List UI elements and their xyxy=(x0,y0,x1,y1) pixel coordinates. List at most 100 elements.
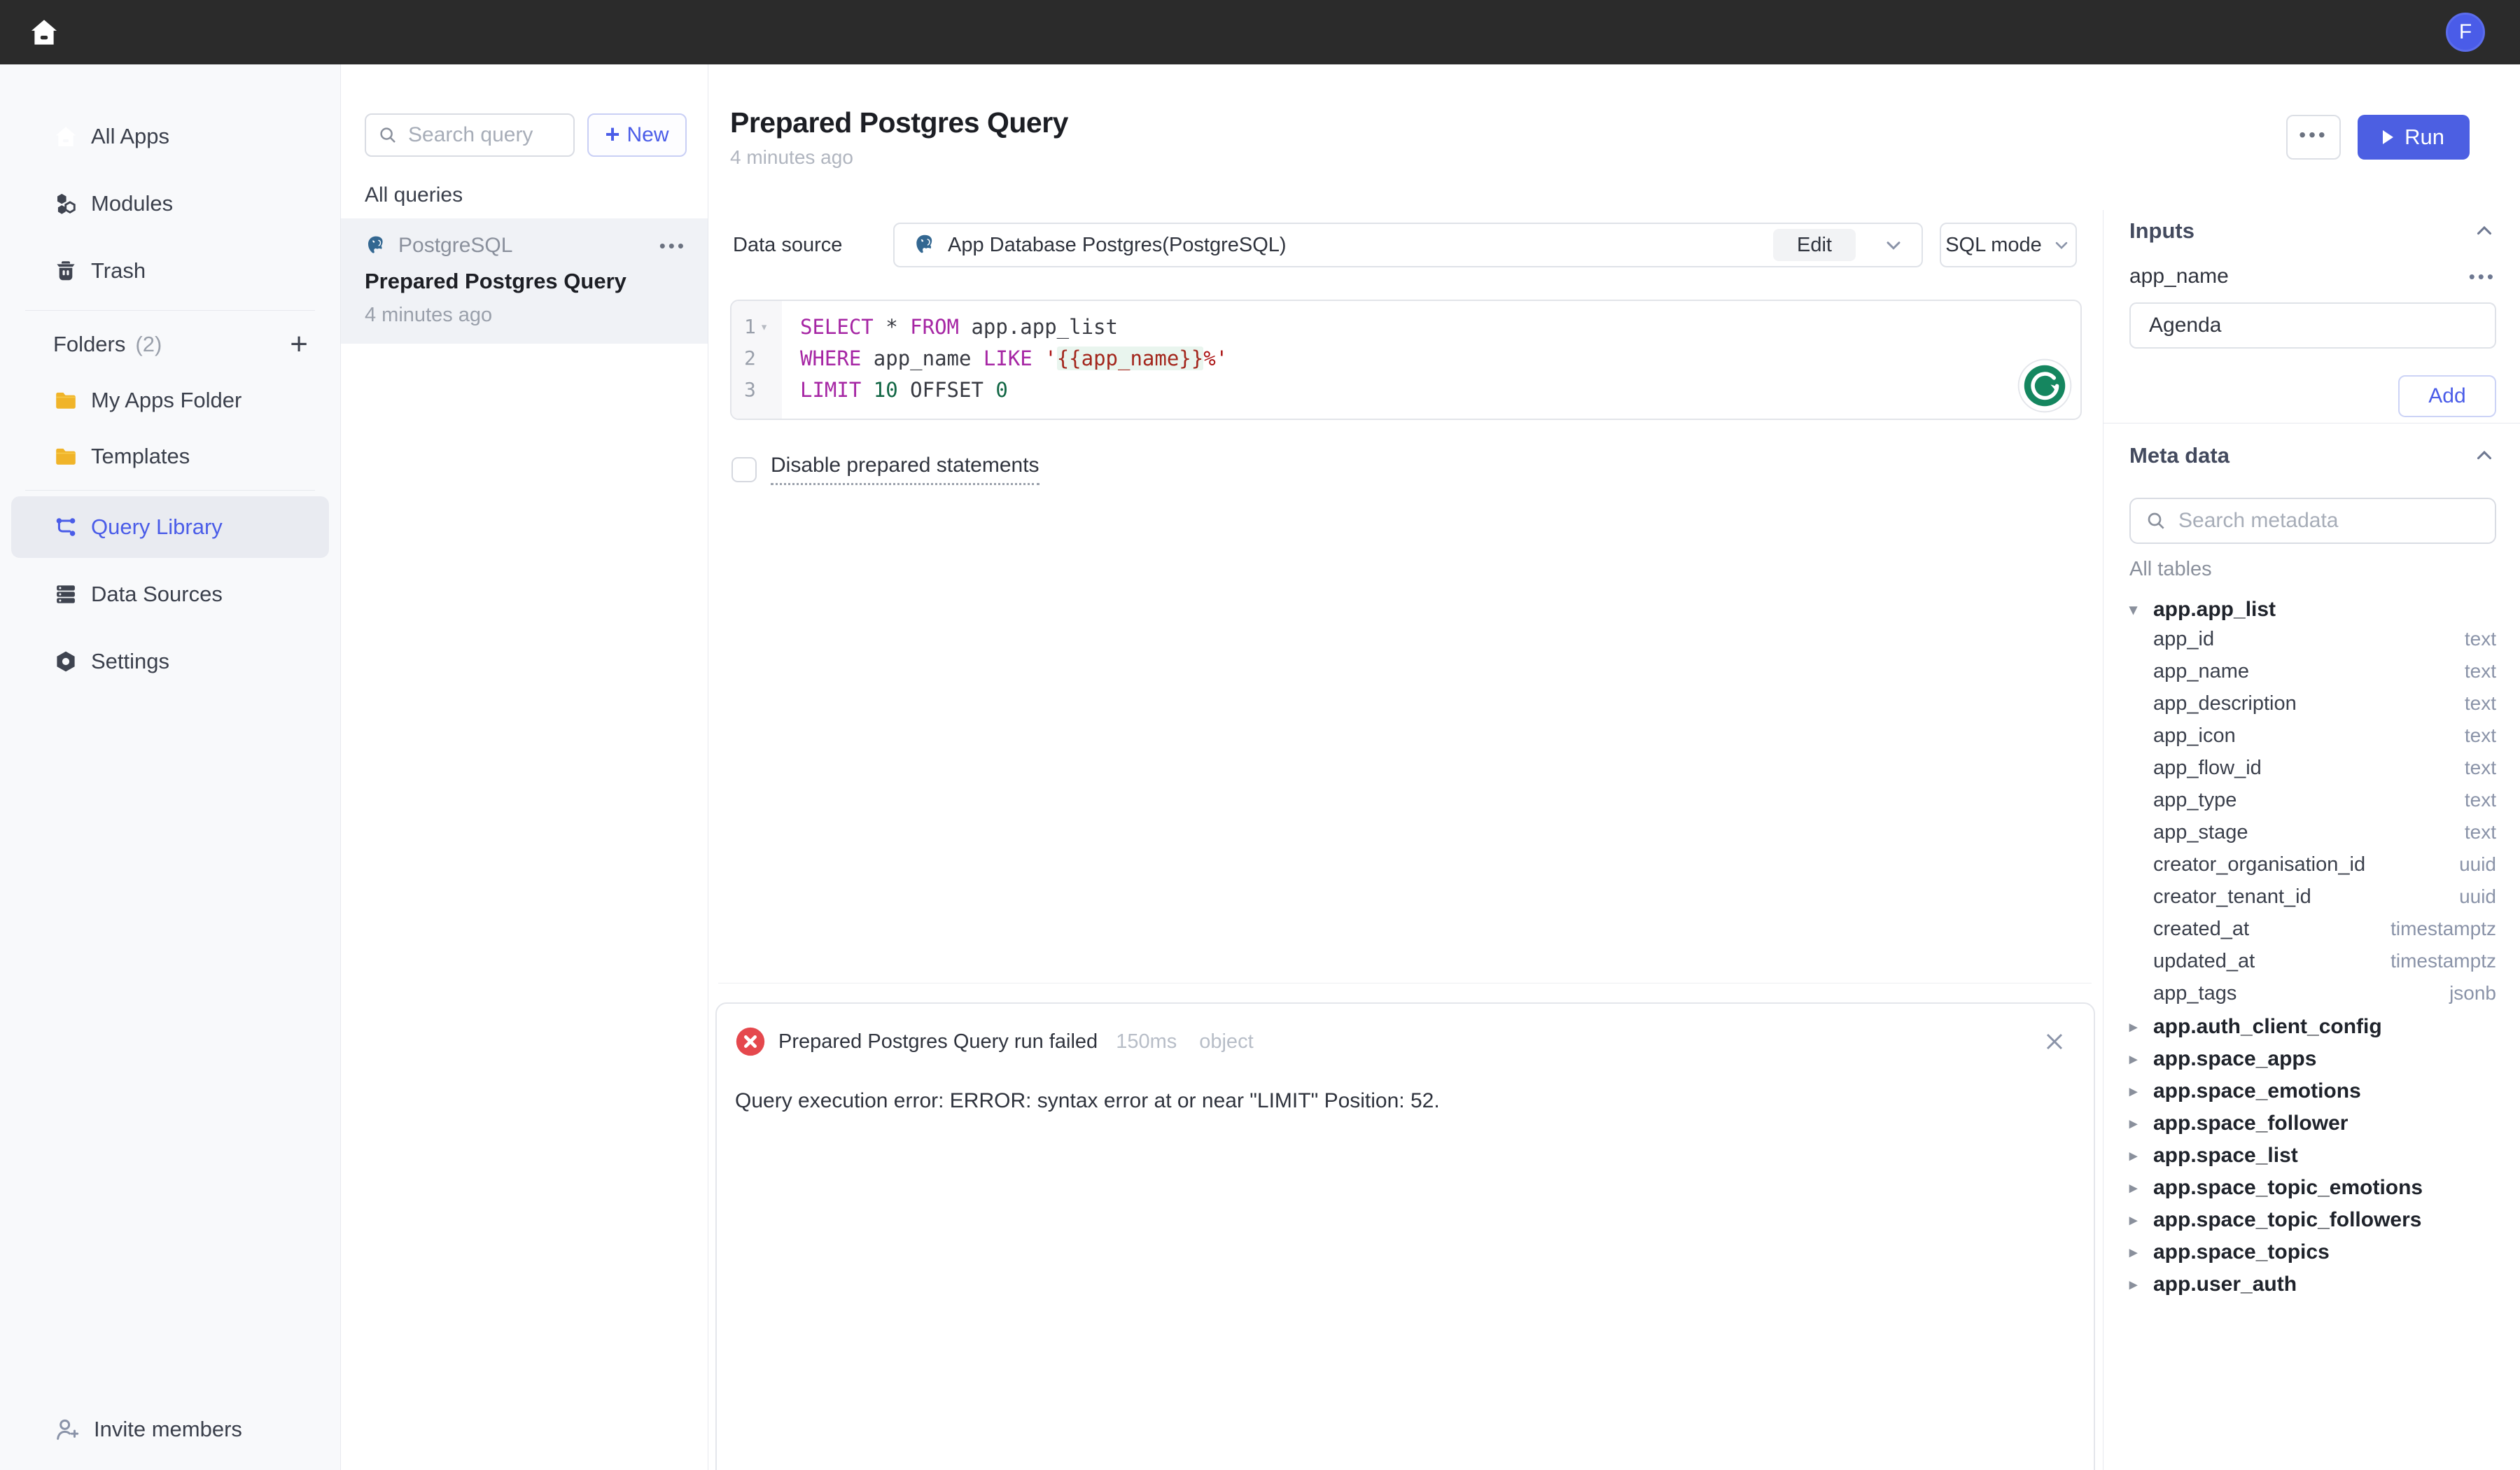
column-row[interactable]: app_id text xyxy=(2129,623,2496,655)
query-editor-area: Data source App Database Postgres(Postgr… xyxy=(708,210,2104,1470)
sidebar-item-trash[interactable]: Trash xyxy=(0,237,340,304)
query-list-item[interactable]: PostgreSQL ••• Prepared Postgres Query 4… xyxy=(341,218,708,344)
column-list: app_id text app_name text app_descriptio… xyxy=(2129,623,2496,1009)
chevron-up-icon[interactable] xyxy=(2472,444,2496,468)
column-row[interactable]: app_type text xyxy=(2129,784,2496,816)
add-parameter-button[interactable]: Add xyxy=(2398,375,2496,417)
code-line: WHERE app_name LIKE '{{app_name}}%' xyxy=(800,342,2080,374)
datasource-select[interactable]: App Database Postgres(PostgreSQL) Edit xyxy=(893,223,1923,267)
new-query-label: New xyxy=(627,123,669,147)
caret-right-icon[interactable]: ▸ xyxy=(2129,1082,2145,1100)
query-search-box[interactable] xyxy=(365,113,575,157)
query-header: Prepared Postgres Query 4 minutes ago ••… xyxy=(708,64,2520,210)
caret-right-icon[interactable]: ▸ xyxy=(2129,1179,2145,1197)
sidebar-item-my-apps-folder[interactable]: My Apps Folder xyxy=(0,372,340,428)
run-button[interactable]: Run xyxy=(2358,115,2470,160)
result-type-label: object xyxy=(1199,1030,1253,1054)
column-row[interactable]: app_description text xyxy=(2129,687,2496,720)
table-row[interactable]: ▸ app.space_apps xyxy=(2129,1043,2496,1075)
metadata-search-input[interactable] xyxy=(2177,508,2481,533)
sidebar-item-label: Trash xyxy=(91,258,146,284)
caret-right-icon[interactable]: ▸ xyxy=(2129,1243,2145,1261)
column-row[interactable]: creator_organisation_id uuid xyxy=(2129,848,2496,881)
caret-right-icon[interactable]: ▸ xyxy=(2129,1018,2145,1036)
sidebar-item-settings[interactable]: Settings xyxy=(0,628,340,695)
sidebar-item-all-apps[interactable]: All Apps xyxy=(0,103,340,170)
query-more-button[interactable]: ••• xyxy=(2286,115,2341,160)
sidebar-item-templates[interactable]: Templates xyxy=(0,428,340,484)
column-row[interactable]: app_tags jsonb xyxy=(2129,977,2496,1009)
grammarly-icon[interactable] xyxy=(2017,358,2072,413)
table-row[interactable]: ▸ app.space_list xyxy=(2129,1140,2496,1172)
column-name: app_flow_id xyxy=(2153,757,2262,780)
code-lines[interactable]: SELECT * FROM app.app_list WHERE app_nam… xyxy=(782,301,2080,419)
datasource-value: App Database Postgres(PostgreSQL) xyxy=(948,234,1287,257)
table-row[interactable]: ▸ app.space_follower xyxy=(2129,1107,2496,1140)
column-row[interactable]: app_stage text xyxy=(2129,816,2496,848)
column-type: uuid xyxy=(2459,886,2496,908)
column-row[interactable]: app_icon text xyxy=(2129,720,2496,752)
param-value-input[interactable] xyxy=(2129,302,2496,349)
caret-down-icon[interactable]: ▾ xyxy=(2129,601,2145,619)
table-row[interactable]: ▸ app.space_topics xyxy=(2129,1236,2496,1268)
invite-members-button[interactable]: Invite members xyxy=(53,1415,242,1443)
column-row[interactable]: updated_at timestamptz xyxy=(2129,945,2496,977)
inputs-section-title: Inputs xyxy=(2129,218,2194,244)
column-row[interactable]: created_at timestamptz xyxy=(2129,913,2496,945)
caret-right-icon[interactable]: ▸ xyxy=(2129,1211,2145,1229)
table-row[interactable]: ▸ app.space_emotions xyxy=(2129,1075,2496,1107)
code-line: SELECT * FROM app.app_list xyxy=(800,311,2080,342)
line-number: 1 xyxy=(744,315,756,338)
column-name: app_tags xyxy=(2153,982,2236,1005)
caret-right-icon[interactable]: ▸ xyxy=(2129,1114,2145,1133)
column-name: app_icon xyxy=(2153,724,2236,748)
column-name: updated_at xyxy=(2153,950,2255,973)
table-list: ▸ app.auth_client_config ▸ app.space_app… xyxy=(2129,1011,2496,1301)
modules-icon xyxy=(53,191,78,216)
table-row[interactable]: ▸ app.auth_client_config xyxy=(2129,1011,2496,1043)
caret-right-icon[interactable]: ▸ xyxy=(2129,1147,2145,1165)
table-row[interactable]: ▸ app.space_topic_emotions xyxy=(2129,1172,2496,1204)
fold-caret-icon[interactable]: ▾ xyxy=(760,319,768,335)
folders-section-header: Folders (2) + xyxy=(0,316,340,372)
param-menu-button[interactable]: ••• xyxy=(2469,266,2496,288)
home-button[interactable] xyxy=(28,16,60,48)
sidebar-item-data-sources[interactable]: Data Sources xyxy=(0,561,340,628)
line-number: 2 xyxy=(744,346,756,370)
add-folder-button[interactable]: + xyxy=(290,329,308,360)
table-row[interactable]: ▸ app.user_auth xyxy=(2129,1268,2496,1301)
table-expanded-app-app-list[interactable]: ▾ app.app_list xyxy=(2129,598,2496,622)
datasource-edit-button[interactable]: Edit xyxy=(1773,229,1856,261)
sql-code-editor[interactable]: 1▾ 2 3 SELECT * FROM app.app_list WHERE … xyxy=(730,300,2082,420)
sidebar-divider xyxy=(25,310,315,311)
column-row[interactable]: creator_tenant_id uuid xyxy=(2129,881,2496,913)
table-row[interactable]: ▸ app.space_topic_followers xyxy=(2129,1204,2496,1236)
invite-user-icon xyxy=(53,1415,81,1443)
table-name: app.space_list xyxy=(2153,1144,2298,1168)
column-type: text xyxy=(2465,821,2496,844)
column-type: text xyxy=(2465,660,2496,682)
folders-count: (2) xyxy=(135,332,162,357)
sql-mode-value: SQL mode xyxy=(1945,234,2042,257)
user-avatar[interactable]: F xyxy=(2446,13,2485,52)
line-number: 3 xyxy=(744,378,756,401)
sidebar-item-query-library[interactable]: Query Library xyxy=(11,496,329,558)
play-icon xyxy=(2383,130,2393,144)
settings-icon xyxy=(53,649,78,674)
column-row[interactable]: app_name text xyxy=(2129,655,2496,687)
sql-mode-select[interactable]: SQL mode xyxy=(1940,223,2077,267)
disable-prepared-checkbox[interactable] xyxy=(732,457,757,482)
sidebar-item-modules[interactable]: Modules xyxy=(0,170,340,237)
chevron-up-icon[interactable] xyxy=(2472,219,2496,243)
column-name: app_id xyxy=(2153,628,2214,651)
column-row[interactable]: app_flow_id text xyxy=(2129,752,2496,784)
run-failed-title: Prepared Postgres Query run failed xyxy=(778,1030,1098,1054)
query-search-input[interactable] xyxy=(407,122,562,148)
column-type: text xyxy=(2465,628,2496,650)
query-item-menu-button[interactable]: ••• xyxy=(659,235,687,257)
new-query-button[interactable]: + New xyxy=(587,113,687,157)
caret-right-icon[interactable]: ▸ xyxy=(2129,1050,2145,1068)
caret-right-icon[interactable]: ▸ xyxy=(2129,1275,2145,1294)
metadata-search-box[interactable] xyxy=(2129,498,2496,544)
close-icon[interactable] xyxy=(2040,1028,2068,1056)
